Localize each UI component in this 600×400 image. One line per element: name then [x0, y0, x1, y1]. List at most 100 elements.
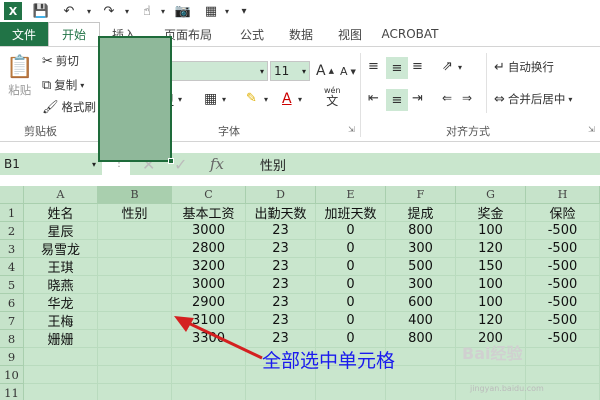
- cell-e11[interactable]: [316, 384, 386, 400]
- font-color-button[interactable]: A: [282, 91, 292, 107]
- cell-e3[interactable]: 0: [316, 240, 386, 258]
- cell-h2[interactable]: -500: [526, 222, 600, 240]
- fill-handle[interactable]: [168, 158, 174, 164]
- paste-button[interactable]: 📋 粘贴: [6, 55, 33, 98]
- row-header-10[interactable]: 10: [0, 366, 24, 384]
- cell-b10[interactable]: [98, 366, 172, 384]
- alignment-dialog-launcher-icon[interactable]: ⇲: [588, 125, 595, 134]
- touch-dropdown-icon[interactable]: ▾: [158, 2, 168, 20]
- fill-dropdown-icon[interactable]: ▾: [264, 95, 268, 104]
- column-header-g[interactable]: G: [456, 186, 526, 204]
- cell-h8[interactable]: -500: [526, 330, 600, 348]
- cell-h6[interactable]: -500: [526, 294, 600, 312]
- undo-dropdown-icon[interactable]: ▾: [84, 2, 94, 20]
- align-right-icon[interactable]: ⇥: [412, 91, 423, 106]
- cell-g4[interactable]: 150: [456, 258, 526, 276]
- undo-icon[interactable]: ↶: [60, 2, 78, 20]
- row-header-9[interactable]: 9: [0, 348, 24, 366]
- column-header-b[interactable]: B: [98, 186, 172, 204]
- cell-e5[interactable]: 0: [316, 276, 386, 294]
- cell-b4[interactable]: [98, 258, 172, 276]
- cell-f5[interactable]: 300: [386, 276, 456, 294]
- cell-h1[interactable]: 保险: [526, 204, 600, 222]
- grow-font-button[interactable]: A ▲: [316, 63, 334, 79]
- cell-h4[interactable]: -500: [526, 258, 600, 276]
- row-header-6[interactable]: 6: [0, 294, 24, 312]
- select-all-corner[interactable]: [0, 186, 24, 204]
- cell-g6[interactable]: 100: [456, 294, 526, 312]
- cell-a1[interactable]: 姓名: [24, 204, 98, 222]
- cell-e6[interactable]: 0: [316, 294, 386, 312]
- cell-e2[interactable]: 0: [316, 222, 386, 240]
- merge-center-button[interactable]: ⇔ 合并后居中 ▾: [494, 91, 572, 107]
- column-header-d[interactable]: D: [246, 186, 316, 204]
- cell-f11[interactable]: [386, 384, 456, 400]
- row-header-8[interactable]: 8: [0, 330, 24, 348]
- cell-a5[interactable]: 晓燕: [24, 276, 98, 294]
- cell-f3[interactable]: 300: [386, 240, 456, 258]
- shrink-font-button[interactable]: A ▼: [340, 65, 356, 78]
- cell-f10[interactable]: [386, 366, 456, 384]
- align-top-icon[interactable]: ≡: [368, 59, 379, 74]
- cell-f7[interactable]: 400: [386, 312, 456, 330]
- fill-color-icon[interactable]: ✎: [246, 91, 257, 106]
- tab-formulas[interactable]: 公式: [228, 22, 276, 46]
- cell-f6[interactable]: 600: [386, 294, 456, 312]
- layout-icon[interactable]: ▦: [202, 2, 220, 20]
- cell-b11[interactable]: [98, 384, 172, 400]
- merge-dropdown-icon[interactable]: ▾: [568, 95, 572, 104]
- cell-f1[interactable]: 提成: [386, 204, 456, 222]
- row-header-2[interactable]: 2: [0, 222, 24, 240]
- row-header-4[interactable]: 4: [0, 258, 24, 276]
- cell-c4[interactable]: 3200: [172, 258, 246, 276]
- cell-c8[interactable]: 3300: [172, 330, 246, 348]
- layout-dropdown-icon[interactable]: ▾: [222, 2, 232, 20]
- cell-g2[interactable]: 100: [456, 222, 526, 240]
- cell-d6[interactable]: 23: [246, 294, 316, 312]
- cell-a3[interactable]: 易雪龙: [24, 240, 98, 258]
- cell-h7[interactable]: -500: [526, 312, 600, 330]
- decrease-indent-icon[interactable]: ⇐: [442, 91, 452, 105]
- cell-b8[interactable]: [98, 330, 172, 348]
- font-color-dropdown-icon[interactable]: ▾: [298, 95, 302, 104]
- cell-f9[interactable]: [386, 348, 456, 366]
- row-header-5[interactable]: 5: [0, 276, 24, 294]
- cell-b2[interactable]: [98, 222, 172, 240]
- cell-c1[interactable]: 基本工资: [172, 204, 246, 222]
- copy-button[interactable]: ⧉ 复制 ▾: [42, 77, 84, 93]
- cell-b3[interactable]: [98, 240, 172, 258]
- row-header-1[interactable]: 1: [0, 204, 24, 222]
- cell-g10[interactable]: [456, 366, 526, 384]
- cell-c7[interactable]: 3100: [172, 312, 246, 330]
- cell-b5[interactable]: [98, 276, 172, 294]
- row-header-11[interactable]: 11: [0, 384, 24, 400]
- cell-e4[interactable]: 0: [316, 258, 386, 276]
- enter-icon[interactable]: ✓: [174, 155, 187, 174]
- tab-data[interactable]: 数据: [276, 22, 326, 46]
- cell-c5[interactable]: 3000: [172, 276, 246, 294]
- wrap-text-button[interactable]: ↵ 自动换行: [494, 59, 554, 75]
- cell-a8[interactable]: 姗姗: [24, 330, 98, 348]
- cell-f2[interactable]: 800: [386, 222, 456, 240]
- redo-dropdown-icon[interactable]: ▾: [122, 2, 132, 20]
- insert-function-button[interactable]: fx: [210, 155, 224, 173]
- align-bottom-icon[interactable]: ≡: [412, 59, 423, 74]
- font-dialog-launcher-icon[interactable]: ⇲: [348, 125, 355, 134]
- cell-c6[interactable]: 2900: [172, 294, 246, 312]
- underline-dropdown-icon[interactable]: ▾: [178, 95, 182, 104]
- cell-g5[interactable]: 100: [456, 276, 526, 294]
- row-header-3[interactable]: 3: [0, 240, 24, 258]
- cell-d1[interactable]: 出勤天数: [246, 204, 316, 222]
- tab-file[interactable]: 文件: [0, 22, 48, 46]
- cell-c3[interactable]: 2800: [172, 240, 246, 258]
- cell-c11[interactable]: [172, 384, 246, 400]
- tab-view[interactable]: 视图: [326, 22, 374, 46]
- redo-icon[interactable]: ↷: [100, 2, 118, 20]
- cell-b6[interactable]: [98, 294, 172, 312]
- cell-a2[interactable]: 星辰: [24, 222, 98, 240]
- orientation-icon[interactable]: ⇗: [442, 59, 453, 74]
- column-header-a[interactable]: A: [24, 186, 98, 204]
- customize-qat-icon[interactable]: ▾: [238, 2, 250, 20]
- cell-g1[interactable]: 奖金: [456, 204, 526, 222]
- border-icon[interactable]: ▦: [204, 91, 217, 107]
